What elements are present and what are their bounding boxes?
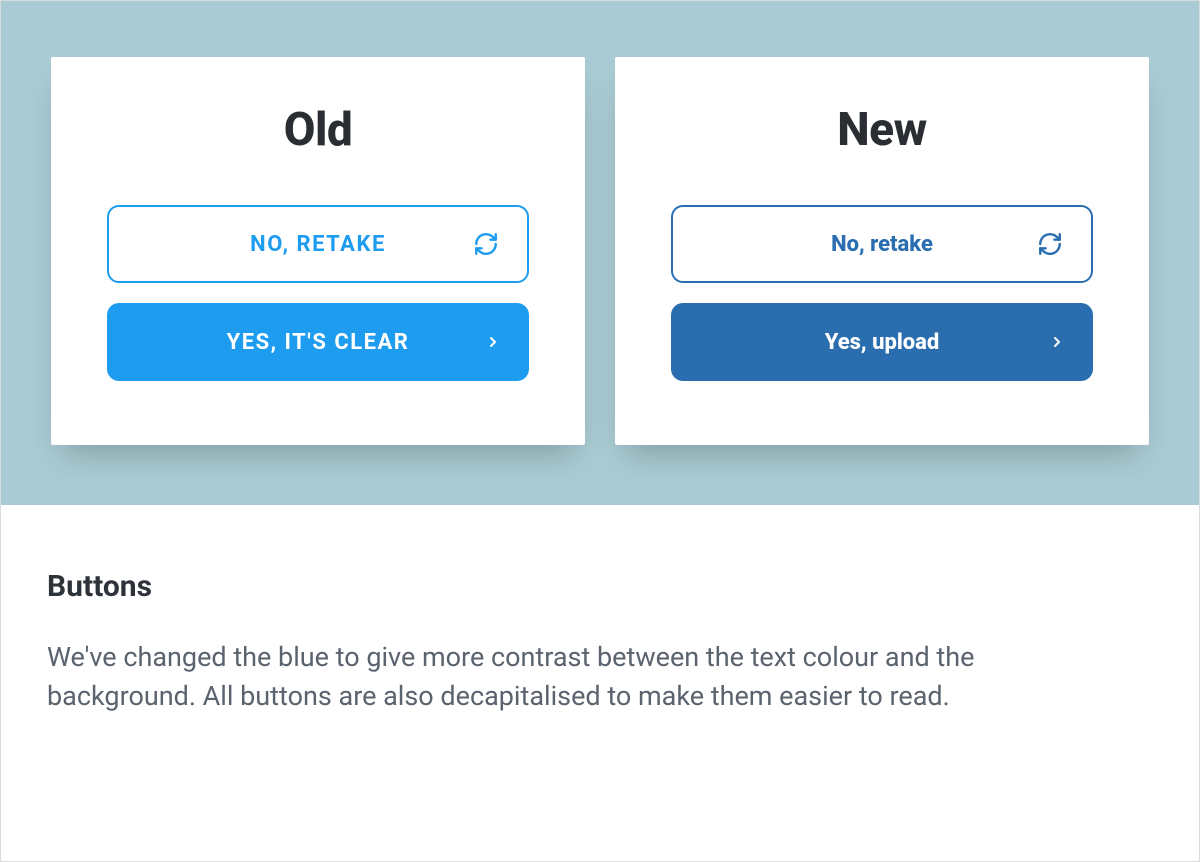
new-card: New No, retake Yes, upload [615, 57, 1149, 445]
old-confirm-label: YES, IT'S CLEAR [227, 330, 410, 355]
new-confirm-button[interactable]: Yes, upload [671, 303, 1093, 381]
chevron-right-icon [1049, 330, 1065, 354]
comparison-panel: Old NO, RETAKE YES, IT'S CLEAR [1, 1, 1199, 505]
new-card-title: New [837, 103, 926, 157]
new-retake-button[interactable]: No, retake [671, 205, 1093, 283]
old-retake-button[interactable]: NO, RETAKE [107, 205, 529, 283]
old-card: Old NO, RETAKE YES, IT'S CLEAR [51, 57, 585, 445]
new-retake-label: No, retake [831, 232, 933, 257]
old-confirm-button[interactable]: YES, IT'S CLEAR [107, 303, 529, 381]
caption-heading: Buttons [47, 569, 1153, 604]
comparison-figure: Old NO, RETAKE YES, IT'S CLEAR [0, 0, 1200, 862]
refresh-icon [1037, 231, 1063, 257]
old-retake-label: NO, RETAKE [250, 232, 386, 257]
caption-section: Buttons We've changed the blue to give m… [1, 505, 1199, 756]
old-card-title: Old [284, 103, 353, 157]
refresh-icon [473, 231, 499, 257]
caption-body: We've changed the blue to give more cont… [47, 638, 1107, 716]
new-confirm-label: Yes, upload [825, 330, 940, 355]
chevron-right-icon [485, 330, 501, 354]
